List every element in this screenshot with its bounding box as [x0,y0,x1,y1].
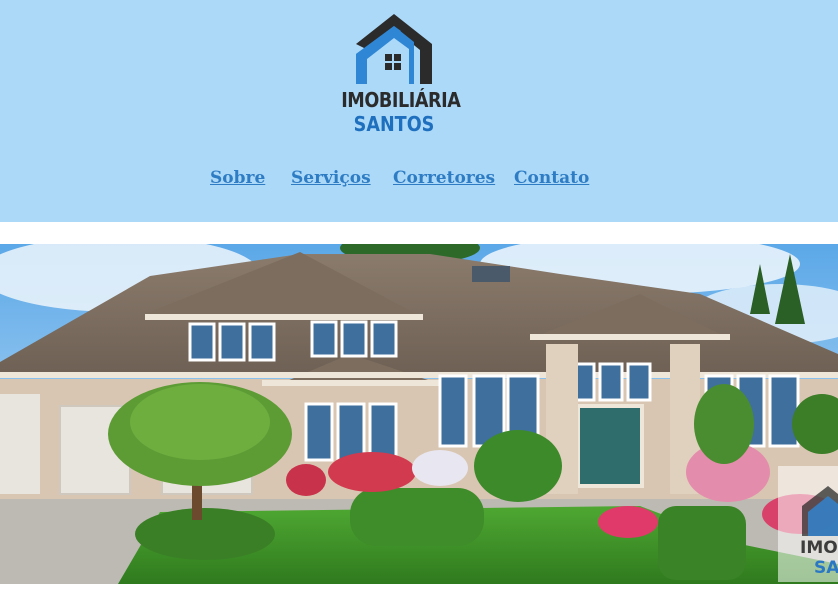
logo-watermark: IMOBILIÁRIA SANTOS [778,466,838,582]
watermark-text-line2: SANTOS [814,558,838,578]
house-logo-icon [356,14,432,84]
site-logo[interactable]: IMOBILIÁRIA SANTOS [334,12,461,138]
nav-link-sobre[interactable]: Sobre [210,168,265,188]
nav-link-corretores[interactable]: Corretores [393,168,495,188]
logo-text-line1: IMOBILIÁRIA [341,88,461,112]
nav-link-servicos[interactable]: Serviços [291,168,371,188]
house-watermark-icon [802,486,838,536]
main-nav: Sobre Serviços Corretores Contato [0,168,838,192]
watermark-text-line1: IMOBILIÁRIA [800,538,838,558]
nav-link-contato[interactable]: Contato [514,168,589,188]
site-header: IMOBILIÁRIA SANTOS Sobre Serviços Corret… [0,0,838,222]
house-photo-icon [0,244,838,584]
logo-text-line2: SANTOS [353,112,435,136]
hero-house-image [0,244,838,584]
